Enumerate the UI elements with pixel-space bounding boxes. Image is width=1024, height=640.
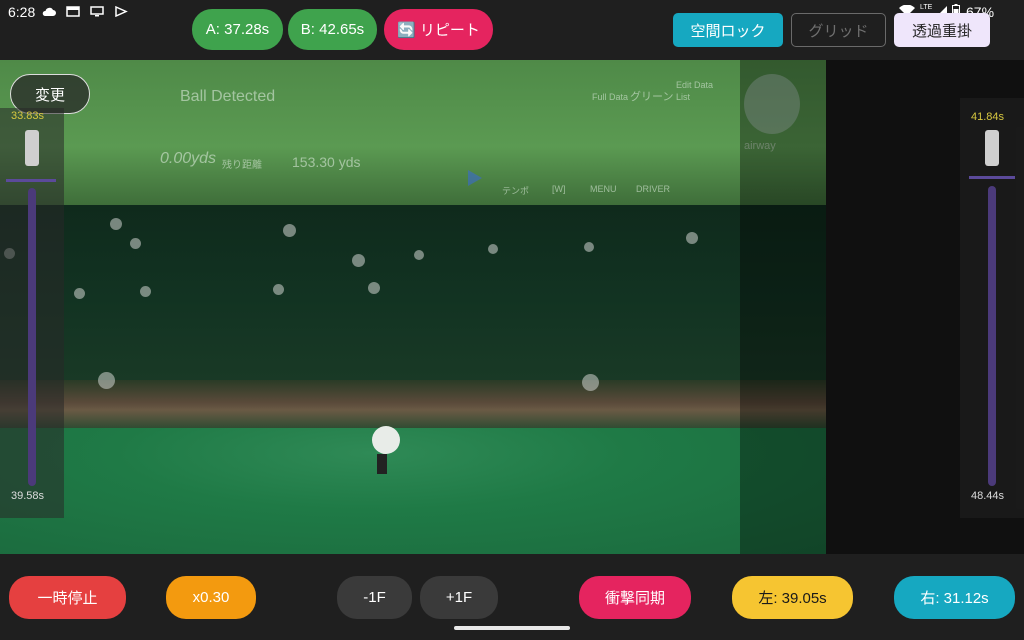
hud-play-icon — [468, 170, 482, 186]
left-time-button[interactable]: 左: 39.05s — [732, 576, 853, 619]
overlay-button[interactable]: 透過重掛 — [894, 13, 990, 47]
hud-menu-menu: MENU — [590, 184, 617, 194]
ball-dot — [414, 250, 424, 260]
video-dirt-band — [0, 380, 826, 430]
calendar-icon — [66, 6, 80, 17]
video-right-shade — [740, 60, 826, 554]
network-label: LTE — [920, 4, 933, 11]
left-slider-handle[interactable] — [25, 130, 39, 166]
next-frame-button[interactable]: +1F — [420, 576, 498, 619]
right-time-button[interactable]: 右: 31.12s — [894, 576, 1015, 619]
speed-button[interactable]: x0.30 — [166, 576, 256, 619]
space-lock-button[interactable]: 空間ロック — [673, 13, 783, 47]
point-b-button[interactable]: B: 42.65s — [288, 9, 377, 50]
hud-distance-label: 残り距離 — [222, 160, 262, 171]
hud-green: グリーン — [630, 91, 674, 103]
prev-frame-button[interactable]: -1F — [337, 576, 412, 619]
ball-dot — [584, 242, 594, 252]
ball-dot — [582, 374, 599, 391]
hud-distance: 0.00yds — [160, 150, 217, 167]
hud-remaining: 153.30 yds — [292, 154, 361, 170]
right-slider-top-value: 41.84s — [971, 111, 1005, 123]
left-slider-track[interactable] — [28, 188, 36, 486]
video-dark-net — [0, 205, 826, 390]
pause-button[interactable]: 一時停止 — [9, 576, 126, 619]
play-store-icon — [115, 6, 128, 17]
hud-list: List — [676, 92, 691, 102]
ball-dot — [273, 284, 284, 295]
left-slider-marker — [6, 179, 56, 182]
impact-sync-button[interactable]: 衝撃同期 — [579, 576, 691, 619]
video-player[interactable]: Ball Detected 0.00yds 残り距離 153.30 yds Fu… — [0, 60, 1024, 554]
ball-dot — [140, 286, 151, 297]
ball-dot — [110, 218, 122, 230]
hud-menu-driver: DRIVER — [636, 184, 671, 194]
cast-icon — [90, 6, 104, 17]
ball-dot — [283, 224, 296, 237]
left-slider-top-value: 33.83s — [11, 110, 45, 122]
ball-dot — [488, 244, 498, 254]
ball-dot — [686, 232, 698, 244]
status-time: 6:28 — [8, 4, 36, 20]
home-indicator[interactable] — [454, 626, 570, 630]
hud-menu-tempo: テンポ — [502, 186, 530, 196]
ball-dot — [74, 288, 85, 299]
right-slider-track[interactable] — [988, 186, 996, 486]
ball-dot — [352, 254, 365, 267]
right-trim-slider[interactable]: 41.84s 48.44s — [960, 98, 1024, 518]
ball-dot — [368, 282, 380, 294]
golf-ball — [372, 426, 400, 454]
ball-dot — [98, 372, 115, 389]
left-slider-bottom-value: 39.58s — [11, 490, 45, 502]
grid-button[interactable]: グリッド — [791, 13, 886, 47]
video-turf — [0, 428, 826, 554]
tee — [377, 454, 387, 474]
point-a-button[interactable]: A: 37.28s — [192, 9, 283, 50]
hud-ball-detected: Ball Detected — [180, 88, 276, 105]
hud-full-data: Full Data — [592, 92, 629, 102]
hud-menu-w: [W] — [552, 184, 566, 194]
ball-dot — [130, 238, 141, 249]
left-trim-slider[interactable]: 33.83s 39.58s — [0, 108, 64, 518]
hud-edit-data: Edit Data — [676, 80, 714, 90]
repeat-button[interactable]: 🔄 リピート — [384, 9, 493, 50]
right-slider-handle[interactable] — [985, 130, 999, 166]
right-slider-marker — [969, 176, 1015, 179]
right-slider-bottom-value: 48.44s — [971, 490, 1005, 502]
cloud-icon — [42, 7, 56, 16]
